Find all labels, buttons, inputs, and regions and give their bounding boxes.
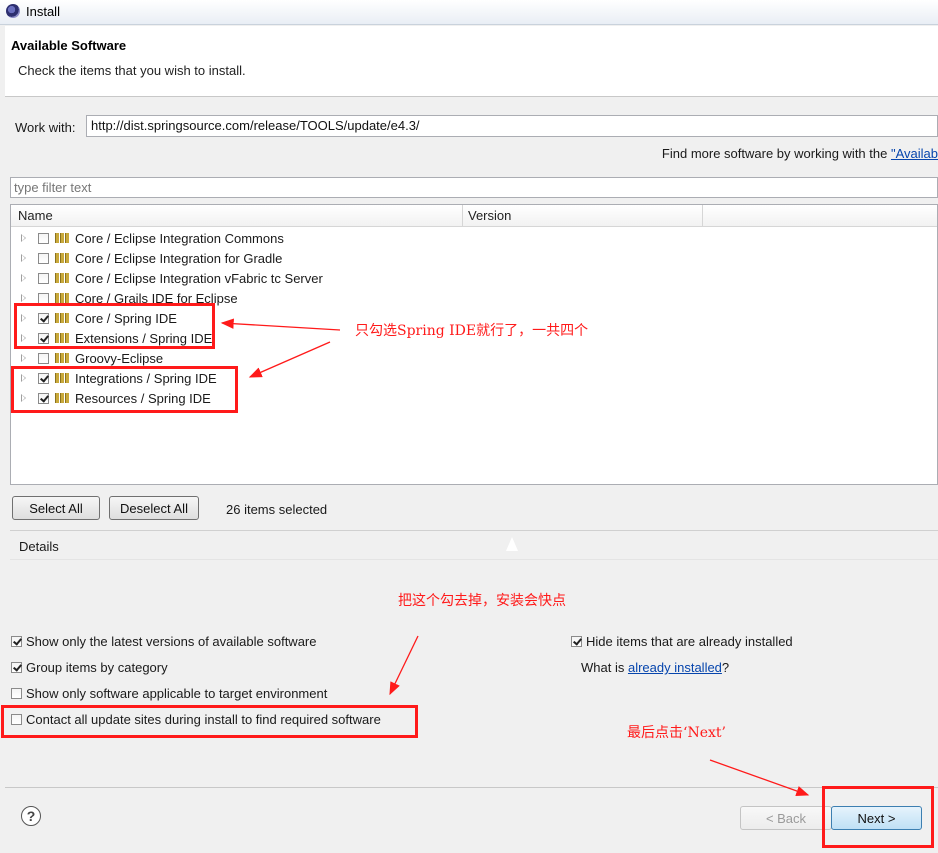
column-version[interactable]: Version — [468, 208, 511, 223]
option-label: Group items by category — [26, 660, 168, 675]
title-bar: Install — [0, 0, 938, 25]
already-installed: What is already installed? — [581, 660, 729, 675]
feature-package-icon — [55, 233, 69, 243]
checkbox[interactable] — [38, 233, 49, 244]
tree-row[interactable]: Groovy-Eclipse — [11, 348, 937, 368]
checkbox[interactable] — [38, 353, 49, 364]
work-with-label: Work with: — [15, 120, 76, 135]
column-separator — [462, 205, 463, 226]
highlight-integrations-resources — [11, 366, 238, 413]
checkbox[interactable] — [38, 273, 49, 284]
annotation-uncheck-contact: 把这个勾去掉，安装会快点 — [398, 593, 566, 609]
tree-row-label: Core / Eclipse Integration vFabric tc Se… — [75, 271, 323, 286]
arrow-to-next — [709, 759, 810, 796]
expand-arrow-icon[interactable] — [21, 354, 26, 362]
feature-package-icon — [55, 293, 69, 303]
tree-row-label: Core / Eclipse Integration Commons — [75, 231, 284, 246]
checkbox[interactable] — [11, 636, 22, 647]
expand-arrow-icon[interactable] — [21, 274, 26, 282]
selected-count: 26 items selected — [226, 502, 328, 517]
back-button[interactable]: < Back — [740, 806, 832, 830]
column-name[interactable]: Name — [18, 208, 53, 223]
checkbox[interactable] — [571, 636, 582, 647]
already-installed-prefix: What is — [581, 660, 628, 675]
help-icon[interactable]: ? — [21, 806, 41, 826]
available-sites-link[interactable]: "Availab — [891, 146, 938, 161]
annotation-select-spring: 只勾选Spring IDE就行了，一共四个 — [355, 323, 589, 339]
select-all-button[interactable]: Select All — [12, 496, 100, 520]
wizard-header: Available Software Check the items that … — [5, 26, 938, 97]
expand-arrow-icon[interactable] — [21, 294, 26, 302]
work-with-combo[interactable]: http://dist.springsource.com/release/TOO… — [86, 115, 938, 137]
checkbox[interactable] — [11, 688, 22, 699]
feature-package-icon — [55, 273, 69, 283]
feature-package-icon — [55, 253, 69, 263]
tree-row[interactable]: Core / Eclipse Integration Commons — [11, 228, 937, 248]
tree-row[interactable]: Core / Eclipse Integration vFabric tc Se… — [11, 268, 937, 288]
expand-arrow-icon[interactable] — [21, 254, 26, 262]
page-title: Available Software — [11, 38, 127, 53]
deselect-all-button[interactable]: Deselect All — [109, 496, 199, 520]
tree-row[interactable]: Core / Eclipse Integration for Gradle — [11, 248, 937, 268]
highlight-contact-option — [1, 705, 418, 738]
highlight-next-button — [822, 786, 934, 848]
eclipse-icon — [6, 4, 20, 18]
expand-arrow-icon[interactable] — [21, 234, 26, 242]
annotation-click-next: 最后点击‘Next’ — [627, 725, 726, 741]
find-more-text: Find more software by working with the — [661, 146, 891, 161]
tree-header: Name Version — [11, 205, 937, 227]
button-bar-separator — [5, 787, 938, 788]
option-label: Show only the latest versions of availab… — [26, 634, 317, 649]
already-installed-link[interactable]: already installed — [628, 660, 722, 675]
column-separator — [702, 205, 703, 226]
arrow-to-contact — [389, 635, 419, 696]
filter-input[interactable]: type filter text — [10, 177, 938, 198]
checkbox[interactable] — [11, 662, 22, 673]
feature-package-icon — [55, 353, 69, 363]
option-label: Show only software applicable to target … — [26, 686, 328, 701]
tree-row-label: Groovy-Eclipse — [75, 351, 164, 366]
mouse-cursor-icon — [506, 537, 518, 551]
already-installed-suffix: ? — [721, 660, 730, 675]
option-label: Hide items that are already installed — [586, 634, 793, 649]
tree-row-label: Core / Eclipse Integration for Gradle — [75, 251, 283, 266]
page-subtitle: Check the items that you wish to install… — [18, 63, 246, 78]
window-title: Install — [26, 4, 60, 19]
find-more-software: Find more software by working with the "… — [662, 146, 938, 161]
highlight-core-extensions — [14, 303, 215, 349]
checkbox[interactable] — [38, 253, 49, 264]
details-label: Details — [19, 539, 59, 554]
install-dialog: Install Available Software Check the ite… — [0, 0, 938, 853]
